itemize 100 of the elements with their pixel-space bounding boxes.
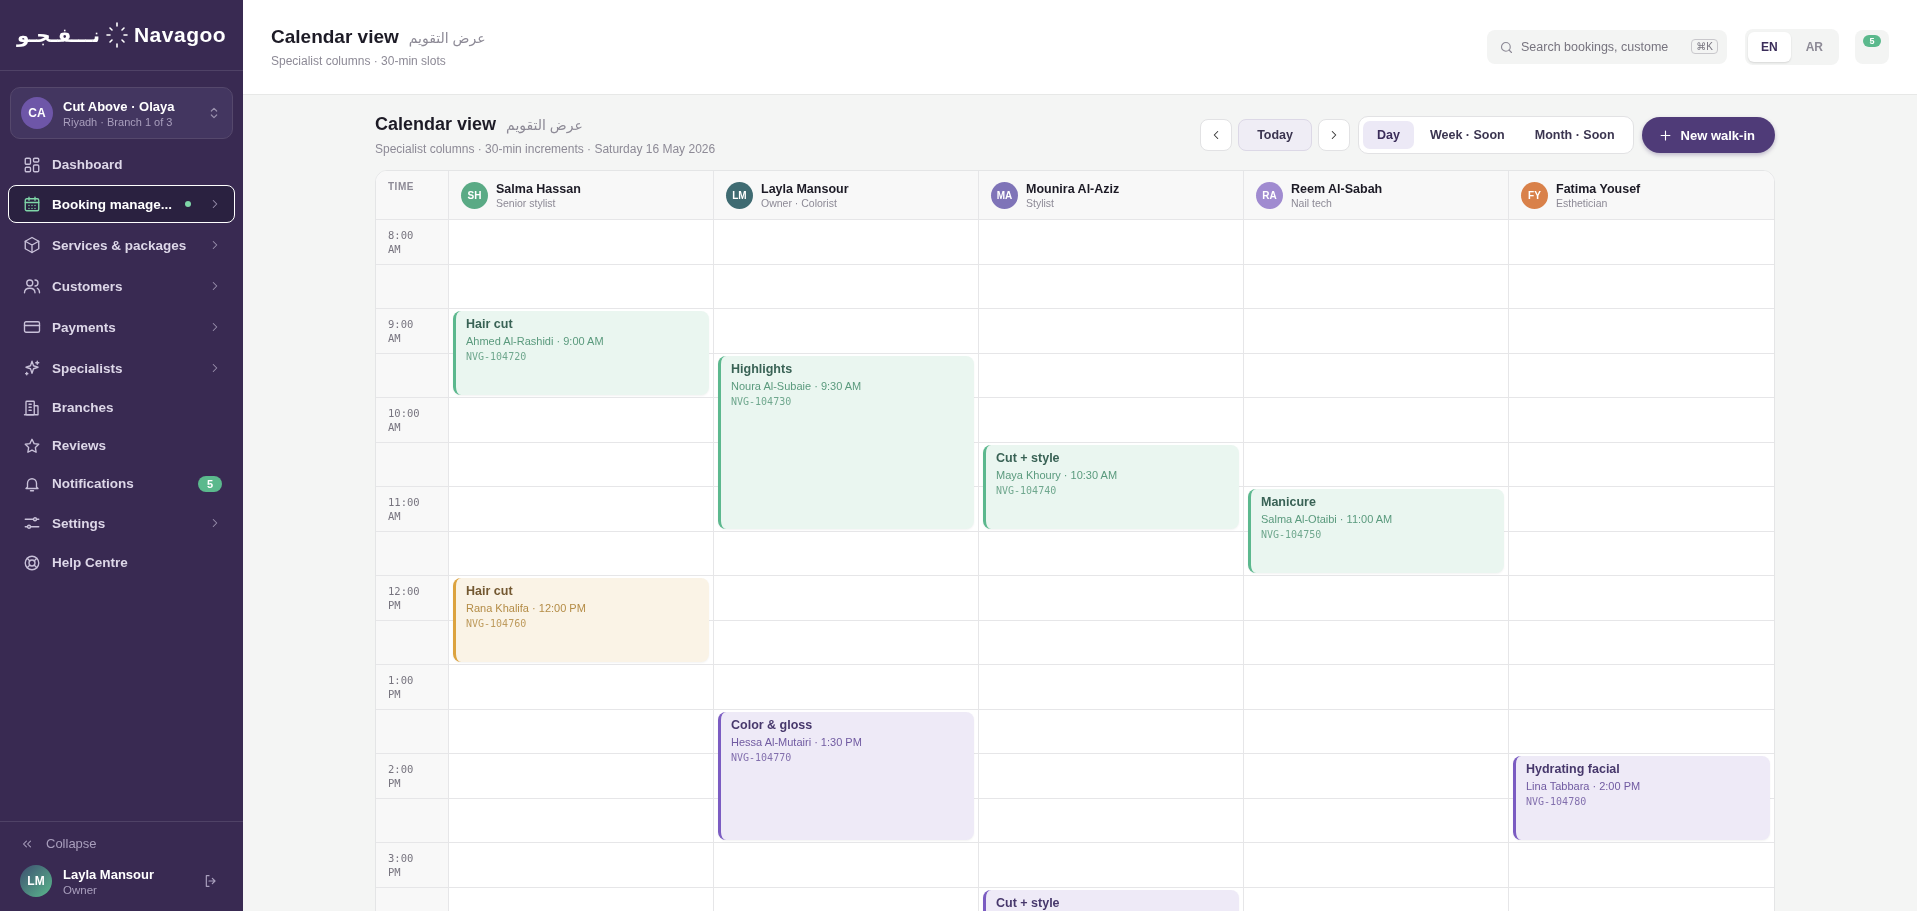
booking-service: Hair cut bbox=[466, 317, 513, 332]
specialist-role: Esthetician bbox=[1556, 196, 1609, 209]
users-icon bbox=[23, 277, 41, 295]
view-tab[interactable]: Day bbox=[1363, 121, 1414, 149]
nav-item[interactable]: Settings bbox=[8, 504, 235, 542]
specialist-role: Owner · Colorist bbox=[761, 196, 838, 209]
search-icon bbox=[1499, 40, 1514, 55]
collapse-button[interactable]: Collapse bbox=[20, 836, 233, 851]
specialist-avatar: RA bbox=[1256, 181, 1283, 209]
time-label: 8:00 AM bbox=[388, 228, 415, 257]
lifebuoy-icon bbox=[23, 553, 41, 572]
booking-service: Manicure bbox=[1261, 495, 1316, 510]
branch-name: Cut Above · Olaya bbox=[63, 98, 176, 114]
nav-item[interactable]: Customers bbox=[8, 267, 235, 305]
booking-client: Rana Khalifa · 12:00 PM bbox=[466, 602, 586, 615]
specialist-role: Stylist bbox=[1026, 196, 1055, 209]
box-icon bbox=[23, 236, 41, 254]
user-avatar: LM bbox=[20, 865, 52, 897]
specialist-role: Senior stylist bbox=[496, 196, 557, 209]
time-label: 1:00 PM bbox=[388, 673, 415, 702]
specialist-name: Fatima Yousef bbox=[1556, 181, 1641, 196]
specialist-role: Nail tech bbox=[1291, 196, 1333, 209]
previous-button[interactable] bbox=[1200, 119, 1233, 151]
booking-reference: NVG-104770 bbox=[731, 751, 792, 763]
booking-card[interactable]: Manicure Salma Al-Otaibi · 11:00 AM NVG-104750 bbox=[1248, 489, 1504, 573]
booking-card[interactable]: Color & gloss Hessa Al-Mutairi · 1:30 PM NVG-104770 bbox=[718, 711, 974, 840]
time-label: 2:00 PM bbox=[388, 762, 415, 791]
booking-client: Lina Tabbara · 2:00 PM bbox=[1526, 780, 1641, 793]
branch-avatar: CA bbox=[21, 97, 53, 129]
new-walk-in-button[interactable]: New walk-in bbox=[1641, 117, 1775, 153]
star-icon bbox=[23, 436, 41, 455]
calendar-title: Calendar view bbox=[375, 114, 497, 135]
branch-detail: Riyadh · Branch 1 of 3 bbox=[63, 115, 174, 128]
booking-reference: NVG-104740 bbox=[996, 484, 1057, 496]
time-label: 9:00 AM bbox=[388, 317, 415, 346]
specialist-avatar: LM bbox=[726, 181, 753, 209]
time-heading: TIME bbox=[388, 181, 414, 192]
logo-text: Navagoo bbox=[133, 23, 227, 47]
booking-service: Highlights bbox=[731, 361, 793, 376]
booking-client: Hessa Al-Mutairi · 1:30 PM bbox=[731, 735, 862, 748]
specialist-name: Salma Hassan bbox=[496, 181, 581, 196]
booking-card[interactable]: Cut + style bbox=[983, 889, 1239, 911]
booking-reference: NVG-104750 bbox=[1261, 529, 1322, 541]
specialist-avatar: FY bbox=[1521, 181, 1548, 209]
booking-reference: NVG-104730 bbox=[731, 395, 792, 407]
specialist-avatar: MA bbox=[991, 181, 1018, 209]
booking-card[interactable]: Cut + style Maya Khoury · 10:30 AM NVG-104740 bbox=[983, 444, 1239, 529]
booking-reference: NVG-104780 bbox=[1526, 796, 1587, 808]
logo-arabic-text: نـــفـجـو bbox=[16, 23, 100, 47]
nav-item[interactable]: Branches bbox=[8, 390, 235, 425]
grid-icon bbox=[23, 155, 41, 174]
specialist-name: Mounira Al-Aziz bbox=[1026, 181, 1120, 196]
booking-client: Salma Al-Otaibi · 11:00 AM bbox=[1261, 513, 1393, 526]
time-label: 10:00 AM bbox=[388, 406, 421, 435]
booking-card[interactable]: Hair cut Rana Khalifa · 12:00 PM NVG-104760 bbox=[453, 578, 709, 662]
next-button[interactable] bbox=[1318, 119, 1350, 151]
view-tab[interactable]: Week · Soon bbox=[1415, 121, 1519, 149]
nav-item[interactable]: Dashboard bbox=[8, 147, 235, 182]
nav-item[interactable]: Specialists bbox=[8, 349, 235, 387]
nav-item[interactable]: Booking manage... bbox=[8, 185, 235, 223]
arabic-title: عرض التقويم bbox=[506, 117, 583, 133]
language-tab[interactable]: EN bbox=[1748, 32, 1791, 62]
today-button[interactable]: Today bbox=[1238, 119, 1312, 151]
booking-service: Hair cut bbox=[466, 584, 513, 599]
specialist-avatar: SH bbox=[461, 181, 488, 209]
nav-item[interactable]: Notifications 5 bbox=[8, 466, 235, 501]
time-label: 3:00 PM bbox=[388, 851, 415, 880]
user-role: Owner bbox=[63, 883, 98, 896]
sparkles-icon bbox=[23, 359, 41, 377]
nav-item[interactable]: Help Centre bbox=[8, 545, 235, 580]
booking-client: Ahmed Al-Rashidi · 9:00 AM bbox=[466, 335, 604, 348]
time-label: 12:00 PM bbox=[388, 584, 421, 613]
nav-item[interactable]: Services & packages bbox=[8, 226, 235, 264]
nav-item[interactable]: Payments bbox=[8, 308, 235, 346]
branch-switcher[interactable]: CA Cut Above · Olaya Riyadh · Branch 1 of 3 bbox=[10, 87, 233, 139]
nav-item[interactable]: Reviews bbox=[8, 428, 235, 463]
page-title: Calendar view bbox=[271, 26, 399, 48]
booking-service: Cut + style bbox=[996, 450, 1060, 465]
booking-client: Noura Al-Subaie · 9:30 AM bbox=[731, 379, 862, 392]
shortcut-key: ⌘K bbox=[1691, 39, 1718, 54]
count-badge: 5 bbox=[197, 475, 222, 492]
booking-card[interactable]: Highlights Noura Al-Subaie · 9:30 AM NVG-104730 bbox=[718, 355, 974, 529]
specialist-name: Reem Al-Sabah bbox=[1291, 181, 1383, 196]
specialist-name: Layla Mansour bbox=[761, 181, 849, 196]
booking-card[interactable]: Hair cut Ahmed Al-Rashidi · 9:00 AM NVG-104720 bbox=[453, 311, 709, 395]
plus-icon bbox=[1657, 127, 1673, 143]
sunburst-logo-icon bbox=[105, 22, 128, 48]
booking-service: Hydrating facial bbox=[1526, 762, 1620, 777]
booking-service: Cut + style bbox=[996, 895, 1060, 910]
time-label: 11:00 AM bbox=[388, 495, 421, 524]
card-icon bbox=[23, 318, 41, 336]
arabic-title: عرض التقويم bbox=[408, 30, 486, 46]
calendar-icon bbox=[23, 195, 41, 213]
booking-card[interactable]: Hydrating facial Lina Tabbara · 2:00 PM NVG-104780 bbox=[1513, 756, 1770, 840]
sliders-icon bbox=[23, 514, 41, 532]
calendar-subtitle: Specialist columns · 30-min increments · Saturday 16 May 2026 bbox=[375, 142, 717, 156]
view-tab[interactable]: Month · Soon bbox=[1520, 121, 1629, 149]
count-badge: 5 bbox=[1863, 35, 1881, 47]
user-name: Layla Mansour bbox=[63, 866, 156, 882]
booking-service: Color & gloss bbox=[731, 717, 813, 732]
